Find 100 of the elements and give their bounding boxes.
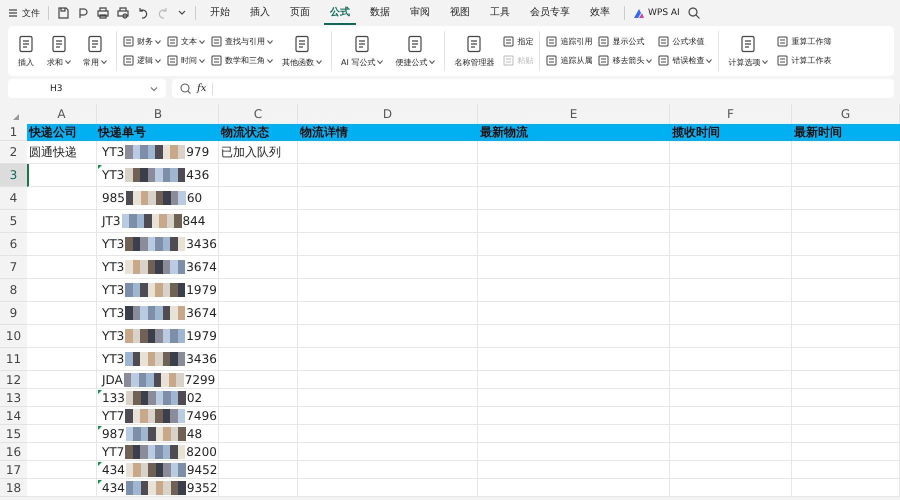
caret-icon[interactable] — [65, 60, 71, 64]
table-cell[interactable]: YT3 3436 — [97, 348, 219, 371]
ribbon-tab[interactable]: 工具 — [484, 1, 516, 25]
row-header[interactable]: 9 — [0, 302, 27, 325]
table-cell[interactable] — [27, 348, 97, 371]
table-cell[interactable] — [792, 348, 900, 371]
caret-icon[interactable] — [706, 58, 712, 62]
caret-icon[interactable] — [101, 60, 107, 64]
table-cell[interactable] — [478, 141, 670, 164]
row-header[interactable]: 7 — [0, 256, 27, 279]
table-cell[interactable] — [298, 371, 478, 389]
document-icon[interactable] — [211, 55, 222, 66]
table-cell[interactable] — [670, 210, 792, 233]
caret-icon[interactable] — [199, 58, 205, 62]
table-cell[interactable] — [670, 425, 792, 443]
caret-icon[interactable] — [377, 60, 384, 64]
caret-icon[interactable] — [429, 60, 436, 64]
row-header[interactable]: 15 — [0, 425, 27, 443]
table-cell[interactable] — [27, 279, 97, 302]
table-cell[interactable] — [478, 425, 670, 443]
table-cell[interactable] — [478, 461, 670, 479]
table-cell[interactable] — [792, 479, 900, 497]
ribbon-button[interactable]: 逻辑 — [123, 55, 161, 66]
ribbon-button[interactable]: 计算选项 — [725, 32, 772, 70]
table-cell[interactable] — [670, 187, 792, 210]
row-header[interactable]: 2 — [0, 141, 27, 164]
table-cell[interactable] — [298, 425, 478, 443]
table-cell[interactable] — [670, 279, 792, 302]
row-header[interactable]: 3 — [0, 164, 27, 187]
table-cell[interactable]: YT3 1979 — [97, 325, 219, 348]
table-cell[interactable] — [298, 407, 478, 425]
table-cell[interactable] — [219, 325, 298, 348]
ribbon-button[interactable]: 文本 — [167, 36, 205, 47]
ribbon-button[interactable]: 计算工作表 — [777, 55, 832, 66]
table-cell[interactable] — [670, 479, 792, 497]
chevron-down-icon[interactable] — [150, 84, 158, 92]
document-icon[interactable] — [658, 55, 670, 66]
document-icon[interactable] — [406, 34, 424, 52]
table-cell[interactable]: YT3 3674 — [97, 302, 219, 325]
name-box[interactable]: H3 — [8, 79, 166, 98]
document-icon[interactable] — [123, 55, 134, 66]
row-header[interactable]: 16 — [0, 443, 27, 461]
table-cell[interactable]: YT3 3436 — [97, 233, 219, 256]
table-cell[interactable] — [27, 479, 97, 497]
print-preview-icon[interactable] — [117, 7, 129, 19]
table-cell[interactable]: YT3 979 — [97, 141, 219, 164]
table-cell[interactable] — [670, 141, 792, 164]
document-icon[interactable] — [739, 34, 758, 52]
table-cell[interactable] — [792, 407, 900, 425]
table-cell[interactable] — [298, 141, 478, 164]
table-cell[interactable] — [298, 389, 478, 407]
formula-input[interactable]: fx — [172, 79, 894, 98]
ribbon-button[interactable]: 移去箭头 — [598, 55, 652, 66]
row-header[interactable]: 10 — [0, 325, 27, 348]
table-cell[interactable] — [670, 371, 792, 389]
document-icon[interactable] — [17, 34, 35, 52]
ribbon-tab[interactable]: 视图 — [444, 1, 476, 25]
table-cell[interactable] — [219, 279, 298, 302]
row-header[interactable]: 18 — [0, 479, 27, 497]
ribbon-button[interactable]: 显示公式 — [598, 36, 652, 47]
table-cell[interactable] — [792, 279, 900, 302]
table-cell[interactable] — [219, 425, 298, 443]
table-cell[interactable] — [27, 389, 97, 407]
table-cell[interactable] — [27, 210, 97, 233]
table-cell[interactable] — [792, 443, 900, 461]
document-icon[interactable] — [293, 34, 311, 52]
row-header[interactable]: 11 — [0, 348, 27, 371]
table-cell[interactable]: 圆通快递 — [27, 141, 97, 164]
table-cell[interactable] — [298, 256, 478, 279]
table-cell[interactable] — [670, 389, 792, 407]
document-icon[interactable] — [503, 36, 514, 47]
document-icon[interactable] — [598, 36, 610, 47]
undo-icon[interactable] — [137, 7, 149, 19]
table-cell[interactable] — [219, 233, 298, 256]
caret-icon[interactable] — [199, 40, 205, 44]
table-cell[interactable] — [298, 325, 478, 348]
table-cell[interactable] — [298, 479, 478, 497]
ribbon-tab[interactable]: 审阅 — [404, 1, 436, 25]
ribbon-button[interactable]: 便捷公式 — [392, 32, 438, 70]
document-icon[interactable] — [465, 34, 484, 52]
document-icon[interactable] — [546, 55, 558, 66]
row-header[interactable]: 14 — [0, 407, 27, 425]
ribbon-tab[interactable]: 数据 — [364, 1, 396, 25]
table-cell[interactable]: JDA 7299 — [97, 371, 219, 389]
table-cell[interactable] — [478, 302, 670, 325]
table-cell[interactable] — [478, 443, 670, 461]
table-cell[interactable]: YT3 3674 — [97, 256, 219, 279]
document-icon[interactable] — [777, 55, 788, 66]
table-cell[interactable] — [478, 371, 670, 389]
table-cell[interactable] — [219, 210, 298, 233]
table-cell[interactable] — [792, 425, 900, 443]
table-cell[interactable] — [792, 256, 900, 279]
document-icon[interactable] — [86, 34, 104, 52]
ribbon-button[interactable]: 财务 — [123, 36, 161, 47]
table-cell[interactable] — [298, 443, 478, 461]
ribbon-button[interactable]: 求和 — [44, 32, 74, 70]
table-cell[interactable] — [27, 443, 97, 461]
row-header[interactable]: 1 — [0, 124, 27, 141]
table-cell[interactable] — [478, 348, 670, 371]
table-cell[interactable] — [298, 348, 478, 371]
